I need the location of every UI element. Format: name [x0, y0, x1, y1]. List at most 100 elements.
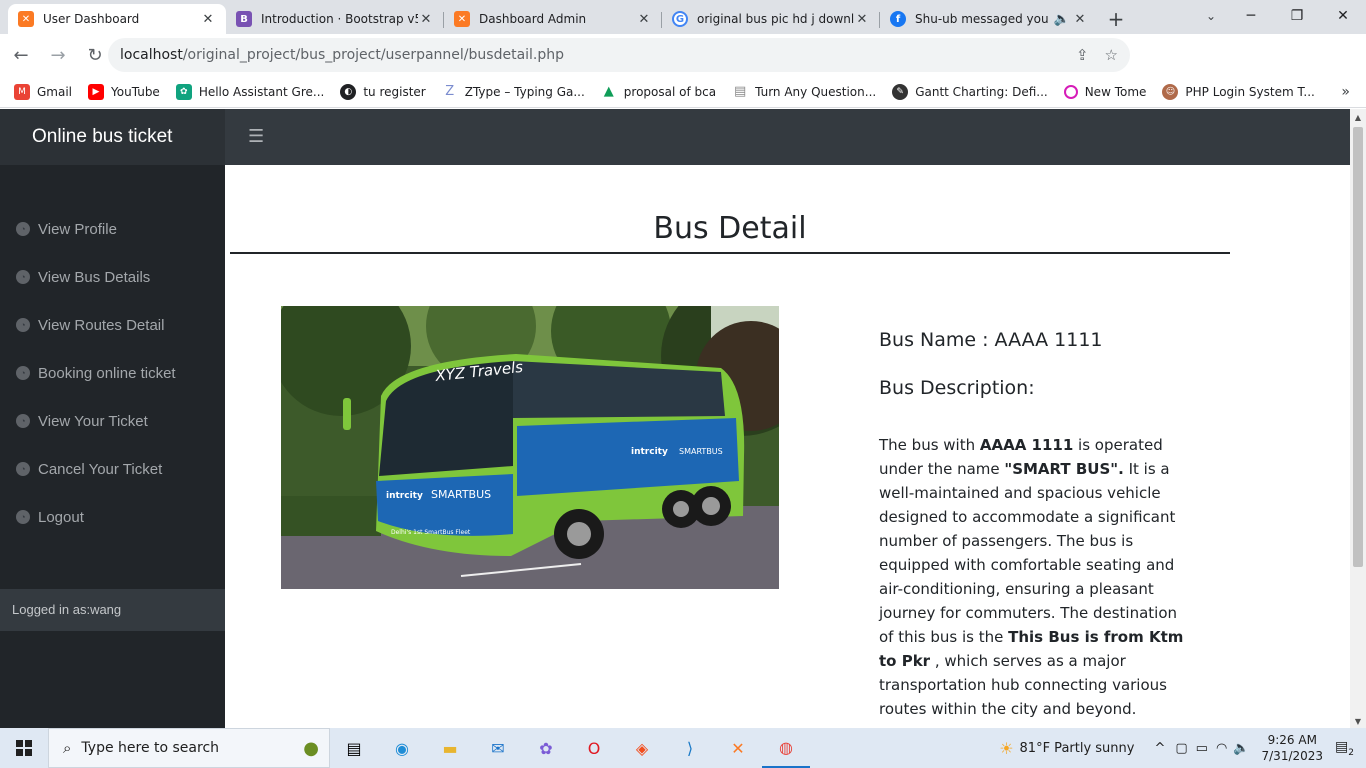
google-drive-icon: ▲ [603, 84, 614, 99]
page-scrollbar[interactable]: ▲ ▼ [1350, 109, 1366, 728]
logged-in-footer: Logged in as:wang [0, 589, 225, 631]
volume-icon[interactable]: 🔈 [1233, 741, 1249, 756]
back-button[interactable]: ← [5, 45, 37, 66]
scrollbar-thumb[interactable] [1353, 127, 1363, 567]
scroll-up-icon[interactable]: ▲ [1350, 113, 1366, 122]
nav-view-bus-details[interactable]: ◔ View Bus Details [0, 253, 225, 301]
speaker-icon[interactable]: 🔈 [1052, 12, 1072, 27]
google-icon: G [672, 11, 688, 27]
figma-icon[interactable]: ◈ [618, 728, 666, 768]
nav-cancel-your-ticket[interactable]: ◔ Cancel Your Ticket [0, 445, 225, 493]
bookmark-gantt[interactable]: ✎ Gantt Charting: Defi... [892, 83, 1048, 100]
bookmark-label: Gmail [37, 84, 73, 99]
notification-count: 2 [1348, 747, 1354, 758]
opera-icon[interactable]: O [570, 728, 618, 768]
tab-dashboard-admin[interactable]: ✕ Dashboard Admin ✕ [444, 4, 662, 34]
nav-view-routes-detail[interactable]: ◔ View Routes Detail [0, 301, 225, 349]
close-tab-icon[interactable]: ✕ [200, 12, 216, 27]
tab-facebook[interactable]: f Shu-ub messaged you 🔈 ✕ [880, 4, 1098, 34]
more-bookmarks-icon[interactable]: » [1341, 84, 1350, 100]
file-explorer-icon[interactable]: ▬ [426, 728, 474, 768]
tab-title: User Dashboard [43, 12, 140, 26]
close-tab-icon[interactable]: ✕ [418, 12, 434, 27]
wifi-icon[interactable]: ◠ [1216, 741, 1227, 756]
person-icon: ☺ [1162, 83, 1179, 100]
nav-booking-online-ticket[interactable]: ◔ Booking online ticket [0, 349, 225, 397]
minimize-button[interactable]: ─ [1228, 0, 1274, 34]
tachometer-icon: ◔ [16, 366, 30, 380]
taskbar-search[interactable]: ⌕ Type here to search ● [48, 728, 330, 768]
battery-icon[interactable]: ▭ [1196, 741, 1208, 756]
bookmark-label: Hello Assistant Gre... [198, 84, 325, 99]
chatgpt-icon: ✿ [175, 83, 192, 100]
navbar-brand[interactable]: Online bus ticket [0, 109, 225, 165]
nav-label: View Profile [38, 220, 117, 238]
bookmark-label: Gantt Charting: Defi... [915, 84, 1048, 99]
bus-logo-text: intrcity [386, 491, 423, 501]
forward-button[interactable]: → [42, 45, 74, 66]
vscode-icon[interactable]: ⟩ [666, 728, 714, 768]
close-tab-icon[interactable]: ✕ [636, 12, 652, 27]
xampp-icon: ✕ [18, 11, 34, 27]
bookmark-label: New Tome [1084, 84, 1147, 99]
bookmark-ztype[interactable]: Z ZType – Typing Ga... [442, 84, 585, 100]
tachometer-icon: ◔ [16, 414, 30, 428]
bookmark-tu-register[interactable]: ◐ tu register [340, 83, 426, 100]
nav-view-your-ticket[interactable]: ◔ View Your Ticket [0, 397, 225, 445]
restore-button[interactable]: ❐ [1274, 0, 1320, 34]
scroll-down-icon[interactable]: ▼ [1350, 717, 1366, 726]
new-tab-button[interactable]: + [1098, 4, 1134, 34]
bookmark-youtube[interactable]: ▶ YouTube [88, 83, 160, 100]
tab-user-dashboard[interactable]: ✕ User Dashboard ✕ [8, 4, 226, 34]
bookmark-gmail[interactable]: M Gmail [14, 83, 73, 100]
bookmark-hello-assistant[interactable]: ✿ Hello Assistant Gre... [175, 83, 325, 100]
search-icon: ⌕ [63, 739, 72, 757]
bookmark-proposal-bca[interactable]: ▲ proposal of bca [601, 84, 716, 100]
weather-text[interactable]: 81°F Partly sunny [1020, 741, 1135, 756]
bus-name: Bus Name : AAAA 1111 [879, 329, 1103, 351]
meet-now-icon[interactable]: ▢ [1175, 741, 1187, 756]
gmail-icon: M [14, 83, 30, 100]
task-view-icon[interactable]: ▤ [330, 728, 378, 768]
tab-search-icon[interactable]: ⌄ [1206, 0, 1216, 32]
windows-taskbar: ⌕ Type here to search ● ▤ ◉ ▬ ✉ ✿ O ◈ ⟩ … [0, 728, 1366, 768]
clock-date: 7/31/2023 [1261, 749, 1324, 763]
bookmark-php-login[interactable]: ☺ PHP Login System T... [1162, 83, 1315, 100]
bus-info: Bus Name : AAAA 1111 Bus Description: Th… [879, 329, 1189, 721]
nav-logout[interactable]: ◔ Logout [0, 493, 225, 541]
page-viewport: Online bus ticket ☰ ◔ View Profile ◔ View … [0, 109, 1350, 728]
page-title: Bus Detail [230, 211, 1230, 254]
bus-description-title: Bus Description: [879, 377, 1035, 399]
xampp-icon: ✕ [454, 11, 470, 27]
xampp-icon[interactable]: ✕ [714, 728, 762, 768]
bus-fleet-text: Delhi's 1st SmartBus Fleet [391, 529, 471, 536]
search-placeholder: Type here to search [81, 740, 220, 756]
notification-icon[interactable]: ▤2 [1335, 739, 1354, 758]
address-bar[interactable]: i localhost/original_project/bus_project… [108, 38, 1130, 218]
nav-view-profile[interactable]: ◔ View Profile [0, 205, 225, 253]
bookmark-star-icon[interactable]: ☆ [1105, 46, 1118, 64]
bookmark-new-tome[interactable]: New Tome [1063, 84, 1147, 99]
tab-google-search[interactable]: G original bus pic hd j downloa ✕ [662, 4, 880, 34]
edge-icon[interactable]: ◉ [378, 728, 426, 768]
tab-title: Dashboard Admin [479, 12, 587, 26]
bus-logo-text: intrcity [631, 447, 668, 457]
app-icon[interactable]: ✿ [522, 728, 570, 768]
gantt-icon: ✎ [892, 83, 909, 100]
tachometer-icon: ◔ [16, 222, 30, 236]
reload-button[interactable]: ↻ [79, 45, 111, 66]
tray-chevron-icon[interactable]: ^ [1154, 741, 1165, 756]
bookmark-turn-any-question[interactable]: ▤ Turn Any Question... [732, 84, 876, 100]
bookmark-label: YouTube [111, 84, 160, 99]
taskbar-clock[interactable]: 9:26 AM 7/31/2023 [1262, 732, 1324, 764]
url-host: localhost [120, 47, 183, 63]
windows-start-button[interactable] [0, 728, 48, 768]
close-window-button[interactable]: ✕ [1320, 0, 1366, 34]
tab-bootstrap[interactable]: B Introduction · Bootstrap v5.0 ✕ [226, 4, 444, 34]
mail-icon[interactable]: ✉ [474, 728, 522, 768]
share-icon[interactable]: ⇪ [1076, 46, 1089, 64]
sidebar-toggle-icon[interactable]: ☰ [248, 126, 264, 147]
close-tab-icon[interactable]: ✕ [854, 12, 870, 27]
close-tab-icon[interactable]: ✕ [1072, 12, 1088, 27]
chrome-icon[interactable]: ◍ [762, 728, 810, 768]
